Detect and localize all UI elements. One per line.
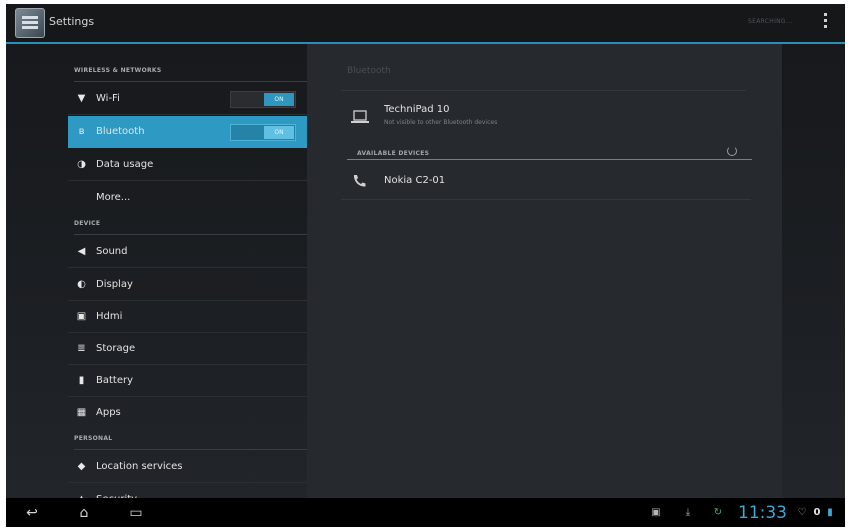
screenshot-notification-icon[interactable]: ▣ [650, 507, 662, 519]
hdmi-icon: ▣ [76, 311, 87, 322]
download-notification-icon[interactable]: ⤓ [682, 507, 694, 519]
bluetooth-toggle[interactable]: ON [230, 124, 296, 141]
speaker-icon: ◀ [77, 246, 86, 257]
settings-item-sound[interactable]: ◀ Sound [68, 236, 307, 268]
battery-icon: ▮ [78, 375, 85, 386]
settings-app-icon[interactable] [15, 8, 45, 38]
available-device-row[interactable]: Nokia C2-01 [341, 172, 751, 198]
settings-item-label: More... [96, 192, 131, 203]
settings-item-label: Location services [96, 461, 183, 472]
recent-apps-icon[interactable]: ▭ [124, 505, 148, 521]
settings-item-data-usage[interactable]: ◑ Data usage [68, 149, 307, 181]
settings-item-storage[interactable]: ≣ Storage [68, 333, 307, 365]
settings-item-label: Storage [96, 343, 136, 354]
settings-item-hdmi[interactable]: ▣ Hdmi [68, 301, 307, 333]
action-bar: Settings SEARCHING... [6, 4, 845, 44]
location-icon: ◆ [77, 461, 86, 472]
settings-item-apps[interactable]: ▦ Apps [68, 397, 307, 429]
bluetooth-status-icon: 0 [813, 507, 821, 518]
settings-item-label: Battery [96, 375, 134, 386]
settings-item-wifi[interactable]: ▼ Wi-Fi ON [68, 83, 307, 115]
settings-item-bluetooth[interactable]: ʙ Bluetooth ON [68, 116, 307, 148]
device-visibility-status: Not visible to other Bluetooth devices [384, 119, 498, 126]
apps-icon: ▦ [76, 407, 87, 418]
bluetooth-detail-pane: Bluetooth TechniPad 10 Not visible to ot… [307, 44, 782, 498]
divider [341, 90, 746, 91]
settings-item-label: Wi-Fi [96, 93, 120, 104]
settings-item-location[interactable]: ◆ Location services [68, 451, 307, 483]
home-icon[interactable]: ⌂ [72, 505, 96, 521]
sync-notification-icon[interactable]: ↻ [712, 507, 724, 519]
settings-item-label: Apps [96, 407, 121, 418]
wifi-icon: ▼ [77, 93, 86, 104]
divider [341, 199, 751, 200]
toggle-state: ON [264, 126, 294, 139]
storage-icon: ≣ [77, 343, 86, 354]
phone-icon [353, 175, 366, 187]
settings-item-label: Display [96, 279, 133, 290]
section-header-personal: PERSONAL [74, 435, 307, 450]
settings-item-label: Hdmi [96, 311, 123, 322]
settings-item-label: Sound [96, 246, 128, 257]
scanning-progress-icon [727, 146, 737, 156]
settings-item-more[interactable]: More... [68, 182, 307, 214]
wifi-toggle[interactable]: ON [230, 91, 296, 108]
settings-item-label: Data usage [96, 159, 154, 170]
settings-item-label: Bluetooth [96, 126, 145, 137]
page-title: Settings [49, 15, 95, 28]
search-hint: SEARCHING... [748, 18, 793, 25]
display-icon: ◐ [77, 279, 86, 290]
system-bar: ↩ ⌂ ▭ ▣ ⤓ ↻ 11:33 ♡ 0 ▮ [6, 498, 845, 527]
divider [347, 159, 752, 160]
back-icon[interactable]: ↩ [20, 505, 44, 521]
tablet-screen: Settings SEARCHING... WIRELESS & NETWORK… [6, 4, 845, 527]
settings-item-battery[interactable]: ▮ Battery [68, 365, 307, 397]
section-header-device: DEVICE [74, 220, 307, 235]
settings-list: WIRELESS & NETWORKS ▼ Wi-Fi ON ʙ Bluetoo… [68, 44, 307, 505]
settings-item-display[interactable]: ◐ Display [68, 269, 307, 301]
bluetooth-icon: ʙ [78, 126, 85, 137]
detail-title: Bluetooth [347, 66, 391, 76]
overflow-menu-icon[interactable] [824, 13, 828, 31]
settings-content: WIRELESS & NETWORKS ▼ Wi-Fi ON ʙ Bluetoo… [6, 44, 845, 505]
this-device-row[interactable]: TechniPad 10 Not visible to other Blueto… [341, 104, 751, 136]
status-clock[interactable]: 11:33 [738, 503, 787, 523]
wifi-signal-icon: ♡ [797, 507, 807, 518]
device-name: Nokia C2-01 [384, 175, 446, 186]
laptop-icon [351, 110, 369, 123]
data-usage-icon: ◑ [77, 159, 86, 170]
device-name: TechniPad 10 [384, 104, 450, 115]
section-header-wireless: WIRELESS & NETWORKS [74, 67, 307, 82]
available-devices-header: AVAILABLE DEVICES [357, 150, 430, 157]
battery-status-icon: ▮ [827, 507, 833, 518]
toggle-state: ON [264, 93, 294, 106]
